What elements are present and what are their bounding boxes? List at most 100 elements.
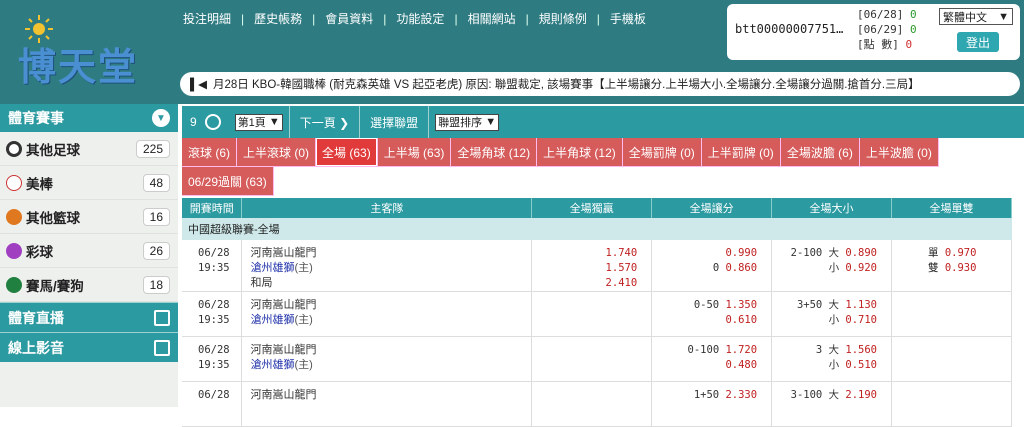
tab-fulltime-cards[interactable]: 全場罰牌 (0) xyxy=(622,138,702,167)
col-teams: 主客隊 xyxy=(241,198,533,218)
choose-league-button[interactable]: 選擇聯盟 xyxy=(366,114,422,131)
page-select[interactable]: 第1頁 ▼ xyxy=(234,113,283,131)
nav-member-info[interactable]: 會員資料 xyxy=(325,10,373,27)
tab-parlay[interactable]: 06/29過關 (63) xyxy=(182,167,274,196)
col-odd-even: 全場單雙 xyxy=(891,198,1012,218)
teams-cell: 河南嵩山龍門 滄州雄獅(主) 和局 xyxy=(241,240,533,292)
totals-cell[interactable]: 3+50 大 1.130 小 0.710 xyxy=(771,291,892,337)
odd-even-cell[interactable] xyxy=(891,291,1012,337)
sidebar-item-baseball[interactable]: 美棒 48 xyxy=(0,166,178,200)
sidebar-live-sports[interactable]: 體育直播 xyxy=(0,302,178,332)
racing-icon xyxy=(6,276,22,293)
moneyline-cell[interactable]: 1.740 1.570 2.410 xyxy=(531,240,653,292)
team-b: 滄州雄獅 xyxy=(250,314,295,326)
tab-fulltime-corners[interactable]: 全場角球 (12) xyxy=(451,138,538,167)
announcement-ticker[interactable]: ▌◀ 月28日 KBO-韓國職棒 (耐克森英雄 VS 起亞老虎) 原因: 聯盟裁… xyxy=(180,72,1020,96)
user-id: btt00000007751… xyxy=(735,22,844,36)
table-row: 06/28 19:35 河南嵩山龍門 滄州雄獅(主) 0-100 1.720 0.480… xyxy=(182,336,1012,382)
tab-half-corners[interactable]: 上半角球 (12) xyxy=(537,138,623,167)
balance-row: [點 數] 0 xyxy=(857,38,913,51)
handicap-cell[interactable]: 0.990 0 0.860 xyxy=(651,240,773,292)
handicap-cell[interactable]: 0-50 1.350 0.610 xyxy=(651,291,773,337)
kickoff-time: 06/28 19:35 xyxy=(182,291,243,337)
main-content: 9 第1頁 ▼ 下一頁 ❯ 選擇聯盟 聯盟排序 ▼ 滾球 (6) 上半滾球 (0… xyxy=(182,104,1024,427)
table-header: 開賽時間 主客隊 全場獨贏 全場讓分 全場大小 全場單雙 xyxy=(182,198,1012,218)
kickoff-time: 06/28 xyxy=(182,381,243,427)
sidebar-item-other-soccer[interactable]: 其他足球 225 xyxy=(0,132,178,166)
teams-cell: 河南嵩山龍門 滄州雄獅(主) xyxy=(241,336,533,382)
totals-cell[interactable]: 3-100 大 2.190 xyxy=(771,381,892,427)
nav-related-sites[interactable]: 相關網站 xyxy=(468,10,516,27)
handicap-cell[interactable]: 1+50 2.330 xyxy=(651,381,773,427)
top-nav: 投注明細 | 歷史帳務 | 會員資料 | 功能設定 | 相關網站 | 規則條例 | 手機板 xyxy=(183,10,646,27)
moneyline-cell[interactable] xyxy=(531,336,653,382)
nav-mobile[interactable]: 手機板 xyxy=(610,10,646,27)
count-badge: 26 xyxy=(142,242,170,260)
odd-even-cell[interactable]: 單 0.970 雙 0.930 xyxy=(891,240,1012,292)
odd-even-cell[interactable] xyxy=(891,381,1012,427)
chevron-down-icon: ▼ xyxy=(152,109,170,127)
tab-half-correct-score[interactable]: 上半波膽 (0) xyxy=(859,138,939,167)
site-logo[interactable]: 博天堂 xyxy=(8,14,178,89)
tab-inplay[interactable]: 滾球 (6) xyxy=(182,138,238,167)
odd-even-cell[interactable] xyxy=(891,336,1012,382)
chevron-down-icon: ▼ xyxy=(998,10,1009,23)
team-a: 河南嵩山龍門 xyxy=(250,344,317,356)
baseball-icon xyxy=(6,174,22,191)
enter-icon xyxy=(154,339,170,356)
team-b: 滄州雄獅 xyxy=(250,262,295,274)
account-panel: btt00000007751… [06/28] 0 [06/29] 0 [點 數… xyxy=(727,4,1020,60)
megaphone-icon: ▌◀ xyxy=(190,79,207,91)
draw-label: 和局 xyxy=(250,277,273,289)
logo-text: 博天堂 xyxy=(18,44,139,89)
logout-button[interactable]: 登出 xyxy=(957,32,999,52)
nav-rules[interactable]: 規則條例 xyxy=(539,10,587,27)
handicap-cell[interactable]: 0-100 1.720 0.480 xyxy=(651,336,773,382)
count-badge: 48 xyxy=(142,174,170,192)
tab-halftime[interactable]: 上半場 (63) xyxy=(377,138,452,167)
account-balances: [06/28] 0 [06/29] 0 [點 數] 0 xyxy=(857,7,917,52)
team-a: 河南嵩山龍門 xyxy=(250,389,317,401)
balance-row: [06/29] 0 xyxy=(857,23,917,36)
tab-fulltime[interactable]: 全場 (63) xyxy=(316,138,378,167)
moneyline-cell[interactable] xyxy=(531,291,653,337)
ticker-text: 月28日 KBO-韓國職棒 (耐克森英雄 VS 起亞老虎) 原因: 聯盟裁定, … xyxy=(213,79,920,91)
sort-select[interactable]: 聯盟排序 ▼ xyxy=(435,113,500,131)
refresh-icon[interactable] xyxy=(204,114,221,130)
balance-row: [06/28] 0 xyxy=(857,8,917,21)
sidebar-header[interactable]: 體育賽事 ▼ xyxy=(0,104,178,132)
nav-bet-details[interactable]: 投注明細 xyxy=(183,10,231,27)
odds-toolbar: 9 第1頁 ▼ 下一頁 ❯ 選擇聯盟 聯盟排序 ▼ xyxy=(182,106,1024,138)
table-row: 06/28 19:35 河南嵩山龍門 滄州雄獅(主) 和局 1.740 1.570 2.410… xyxy=(182,240,1012,292)
count-badge: 225 xyxy=(135,140,170,158)
sidebar-online-video[interactable]: 線上影音 xyxy=(0,332,178,362)
tab-fulltime-correct-score[interactable]: 全場波膽 (6) xyxy=(780,138,860,167)
nav-settings[interactable]: 功能設定 xyxy=(396,10,444,27)
sidebar-item-other-basketball[interactable]: 其他籃球 16 xyxy=(0,200,178,234)
basketball-icon xyxy=(6,208,22,225)
totals-cell[interactable]: 3 大 1.560 小 0.510 xyxy=(771,336,892,382)
league-row[interactable]: 中國超級聯賽-全場 xyxy=(182,218,1012,240)
sports-sidebar: 體育賽事 ▼ 其他足球 225 美棒 48 其他籃球 16 彩球 26 賽馬/賽… xyxy=(0,104,178,407)
totals-cell[interactable]: 2-100 大 0.890 小 0.920 xyxy=(771,240,892,292)
col-moneyline: 全場獨贏 xyxy=(531,198,653,218)
tab-half-cards[interactable]: 上半罰牌 (0) xyxy=(701,138,781,167)
moneyline-cell[interactable] xyxy=(531,381,653,427)
col-kickoff: 開賽時間 xyxy=(182,198,243,218)
nav-history[interactable]: 歷史帳務 xyxy=(254,10,302,27)
sidebar-item-racing[interactable]: 賽馬/賽狗 18 xyxy=(0,268,178,302)
col-totals: 全場大小 xyxy=(771,198,892,218)
next-page-button[interactable]: 下一頁 ❯ xyxy=(296,114,353,131)
table-row: 06/28 河南嵩山龍門 1+50 2.330 3-100 大 2.190 xyxy=(182,381,1012,427)
sidebar-item-lottery[interactable]: 彩球 26 xyxy=(0,234,178,268)
match-count: 9 xyxy=(190,115,197,129)
team-a: 河南嵩山龍門 xyxy=(250,299,317,311)
soccer-ball-icon xyxy=(6,140,22,157)
teams-cell: 河南嵩山龍門 滄州雄獅(主) xyxy=(241,291,533,337)
kickoff-time: 06/28 19:35 xyxy=(182,240,243,292)
enter-icon xyxy=(154,309,170,326)
lottery-ball-icon xyxy=(6,242,22,259)
language-select[interactable]: 繁體中文 ▼ xyxy=(939,8,1013,25)
col-handicap: 全場讓分 xyxy=(651,198,773,218)
tab-half-inplay[interactable]: 上半滾球 (0) xyxy=(237,138,317,167)
